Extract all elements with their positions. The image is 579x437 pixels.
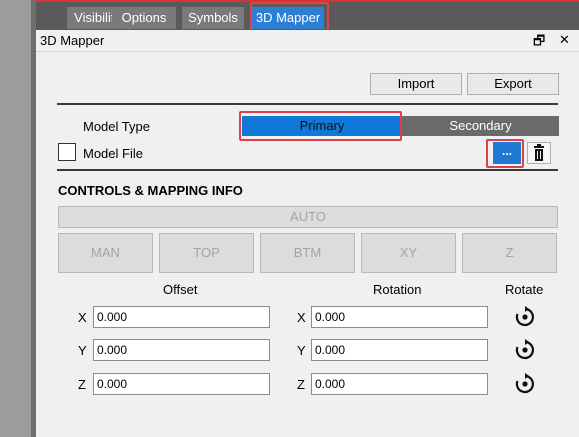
- top-button[interactable]: TOP: [159, 233, 254, 273]
- divider-top: [57, 103, 558, 105]
- rotate-x-icon[interactable]: [514, 306, 536, 328]
- tab-3d-mapper[interactable]: 3D Mapper: [252, 7, 324, 29]
- rotation-z-label: Z: [297, 377, 305, 392]
- xy-button[interactable]: XY: [361, 233, 456, 273]
- axis-y-label: Y: [78, 343, 87, 358]
- secondary-toggle[interactable]: Secondary: [402, 116, 559, 136]
- rotate-y-icon[interactable]: [514, 339, 536, 361]
- rotation-y-field[interactable]: 0.000: [311, 339, 488, 361]
- axis-x-label: X: [78, 310, 87, 325]
- rotation-z-field[interactable]: 0.000: [311, 373, 488, 395]
- export-button[interactable]: Export: [467, 73, 559, 95]
- float-window-icon[interactable]: 🗗: [533, 32, 545, 54]
- model-type-label: Model Type: [83, 119, 150, 134]
- offset-z-field[interactable]: 0.000: [93, 373, 270, 395]
- mapper-panel: Import Export Model Type Primary Seconda…: [36, 52, 579, 437]
- btm-button[interactable]: BTM: [260, 233, 355, 273]
- z-button[interactable]: Z: [462, 233, 557, 273]
- axis-z-label: Z: [78, 377, 86, 392]
- man-button[interactable]: MAN: [58, 233, 153, 273]
- panel-header: 3D Mapper 🗗 ✕: [36, 30, 579, 52]
- divider-mid: [57, 169, 558, 171]
- import-button[interactable]: Import: [370, 73, 462, 95]
- rotation-y-label: Y: [297, 343, 306, 358]
- browse-button[interactable]: ...: [493, 142, 521, 164]
- panel-title: 3D Mapper: [40, 33, 105, 48]
- rotation-x-field[interactable]: 0.000: [311, 306, 488, 328]
- auto-button[interactable]: AUTO: [58, 206, 558, 228]
- offset-x-field[interactable]: 0.000: [93, 306, 270, 328]
- tab-symbols[interactable]: Symbols: [182, 7, 244, 29]
- rotate-z-icon[interactable]: [514, 373, 536, 395]
- model-file-checkbox[interactable]: [58, 143, 76, 161]
- rotation-x-label: X: [297, 310, 306, 325]
- offset-header: Offset: [163, 282, 198, 297]
- tab-options[interactable]: Options: [112, 7, 176, 29]
- rotation-header: Rotation: [373, 282, 422, 297]
- left-side-strip: [0, 0, 31, 437]
- tab-bar: Visibility Options Symbols 3D Mapper: [36, 0, 579, 30]
- trash-icon: [534, 144, 544, 161]
- close-icon[interactable]: ✕: [559, 32, 570, 48]
- delete-button[interactable]: [527, 142, 551, 164]
- controls-title: CONTROLS & MAPPING INFO: [58, 183, 243, 198]
- rotate-header: Rotate: [505, 282, 544, 297]
- primary-toggle[interactable]: Primary: [242, 116, 402, 136]
- offset-y-field[interactable]: 0.000: [93, 339, 270, 361]
- model-file-label: Model File: [83, 146, 143, 161]
